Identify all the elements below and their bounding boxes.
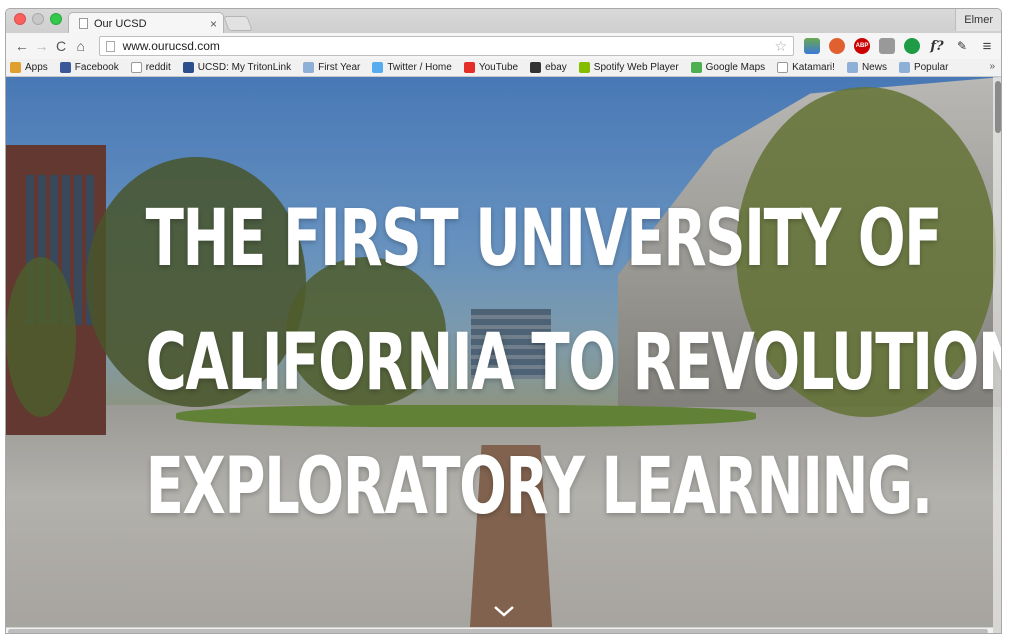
chrome-menu-icon[interactable]: ≡ (979, 38, 995, 55)
horizontal-scrollbar[interactable] (6, 627, 993, 633)
bookmark-label: Spotify Web Player (593, 62, 679, 73)
bookmark-label: UCSD: My TritonLink (197, 62, 292, 73)
scroll-down-chevron-icon[interactable] (492, 603, 516, 619)
folder-icon (303, 62, 315, 73)
close-window-button[interactable] (14, 13, 26, 25)
bookmark-item[interactable]: Apps (10, 62, 48, 73)
bookmark-item[interactable]: News (846, 62, 887, 73)
bookmark-star-icon[interactable]: ☆ (774, 38, 787, 55)
hero-headline-line-3: EXPLORATORY LEARNING. (145, 442, 934, 532)
hero-headline-line-2: CALIFORNIA TO REVOLUTIONIZE (145, 318, 1001, 408)
vertical-scrollbar[interactable] (993, 77, 1001, 633)
bookmark-item[interactable]: Twitter / Home (372, 62, 452, 73)
twitter-icon (372, 62, 384, 73)
spotify-icon (578, 62, 590, 73)
browser-window: Our UCSD × Elmer ← → C ⌂ www.ourucsd.com… (5, 8, 1002, 634)
hero-headline: THE FIRST UNIVERSITY OF CALIFORNIA TO RE… (145, 177, 1001, 549)
bookmark-item[interactable]: Popular (898, 62, 949, 73)
profile-button[interactable]: Elmer (955, 9, 1001, 31)
bookmark-label: reddit (145, 62, 171, 73)
bookmark-label: Facebook (74, 62, 119, 73)
bookmark-label: Popular (913, 62, 949, 73)
reload-button[interactable]: C (51, 36, 71, 56)
bookmark-label: Twitter / Home (387, 62, 452, 73)
bookmark-label: YouTube (478, 62, 519, 73)
tab-our-ucsd[interactable]: Our UCSD × (68, 12, 224, 34)
download-extension-icon[interactable] (879, 38, 896, 54)
bookmark-item[interactable]: YouTube (463, 62, 519, 73)
youtube-icon (463, 62, 475, 73)
new-tab-button[interactable] (223, 16, 253, 31)
bookmark-item[interactable]: reddit (130, 62, 171, 73)
address-bar[interactable]: www.ourucsd.com ☆ (98, 36, 795, 56)
tab-strip: Our UCSD × Elmer (6, 9, 1001, 34)
bookmark-item[interactable]: ebay (530, 62, 567, 73)
bookmark-item[interactable]: Spotify Web Player (578, 62, 679, 73)
hero-headline-line-1: THE FIRST UNIVERSITY OF (145, 194, 943, 284)
bookmark-label: Katamari! (792, 62, 835, 73)
folder-icon (898, 62, 910, 73)
home-button[interactable]: ⌂ (71, 36, 91, 56)
shield-extension-icon[interactable] (829, 38, 846, 54)
minimize-window-button[interactable] (32, 13, 44, 25)
tab-close-icon[interactable]: × (210, 17, 217, 31)
reddit-icon (130, 62, 142, 73)
apps-icon (10, 62, 21, 73)
url-text[interactable]: www.ourucsd.com (123, 39, 775, 53)
page-icon (777, 62, 789, 73)
adblock-extension-icon[interactable]: ABP (854, 38, 871, 54)
vertical-scrollbar-thumb[interactable] (995, 81, 1001, 133)
bookmark-item[interactable]: Katamari! (777, 62, 835, 73)
zoom-window-button[interactable] (50, 13, 62, 25)
page-content: THE FIRST UNIVERSITY OF CALIFORNIA TO RE… (6, 77, 1001, 633)
page-icon (105, 40, 115, 52)
bookmark-item[interactable]: UCSD: My TritonLink (182, 62, 292, 73)
page-favicon-icon (79, 18, 88, 29)
bookmarks-overflow-icon[interactable]: » (989, 61, 995, 72)
bookmark-item[interactable]: Facebook (59, 62, 119, 73)
forward-button[interactable]: → (32, 36, 52, 56)
bookmark-label: Google Maps (705, 62, 766, 73)
folder-icon (846, 62, 858, 73)
facebook-icon (59, 62, 71, 73)
maps-icon (690, 62, 702, 73)
window-controls (14, 13, 62, 25)
bookmark-label: First Year (318, 62, 361, 73)
triton-icon (182, 62, 194, 73)
eyedropper-extension-icon[interactable]: ✎ (954, 38, 970, 54)
bookmark-label: News (861, 62, 887, 73)
green-extension-icon[interactable] (904, 38, 921, 54)
ebay-icon (530, 62, 542, 73)
extensions-area: ABP f? ✎ ≡ (804, 38, 995, 55)
bookmark-label: Apps (25, 62, 48, 73)
bookmarks-bar: Apps Facebook reddit UCSD: My TritonLink Fir… (6, 59, 1001, 77)
back-button[interactable]: ← (12, 36, 32, 56)
function-extension-icon[interactable]: f? (929, 38, 945, 54)
browser-toolbar: ← → C ⌂ www.ourucsd.com ☆ ABP f? ✎ ≡ (6, 33, 1001, 59)
bookmark-label: ebay (545, 62, 567, 73)
horizontal-scrollbar-thumb[interactable] (8, 629, 988, 633)
bookmark-item[interactable]: First Year (303, 62, 360, 73)
sheets-extension-icon[interactable] (804, 38, 821, 54)
bookmark-item[interactable]: Google Maps (690, 62, 766, 73)
tab-title: Our UCSD (94, 17, 147, 30)
